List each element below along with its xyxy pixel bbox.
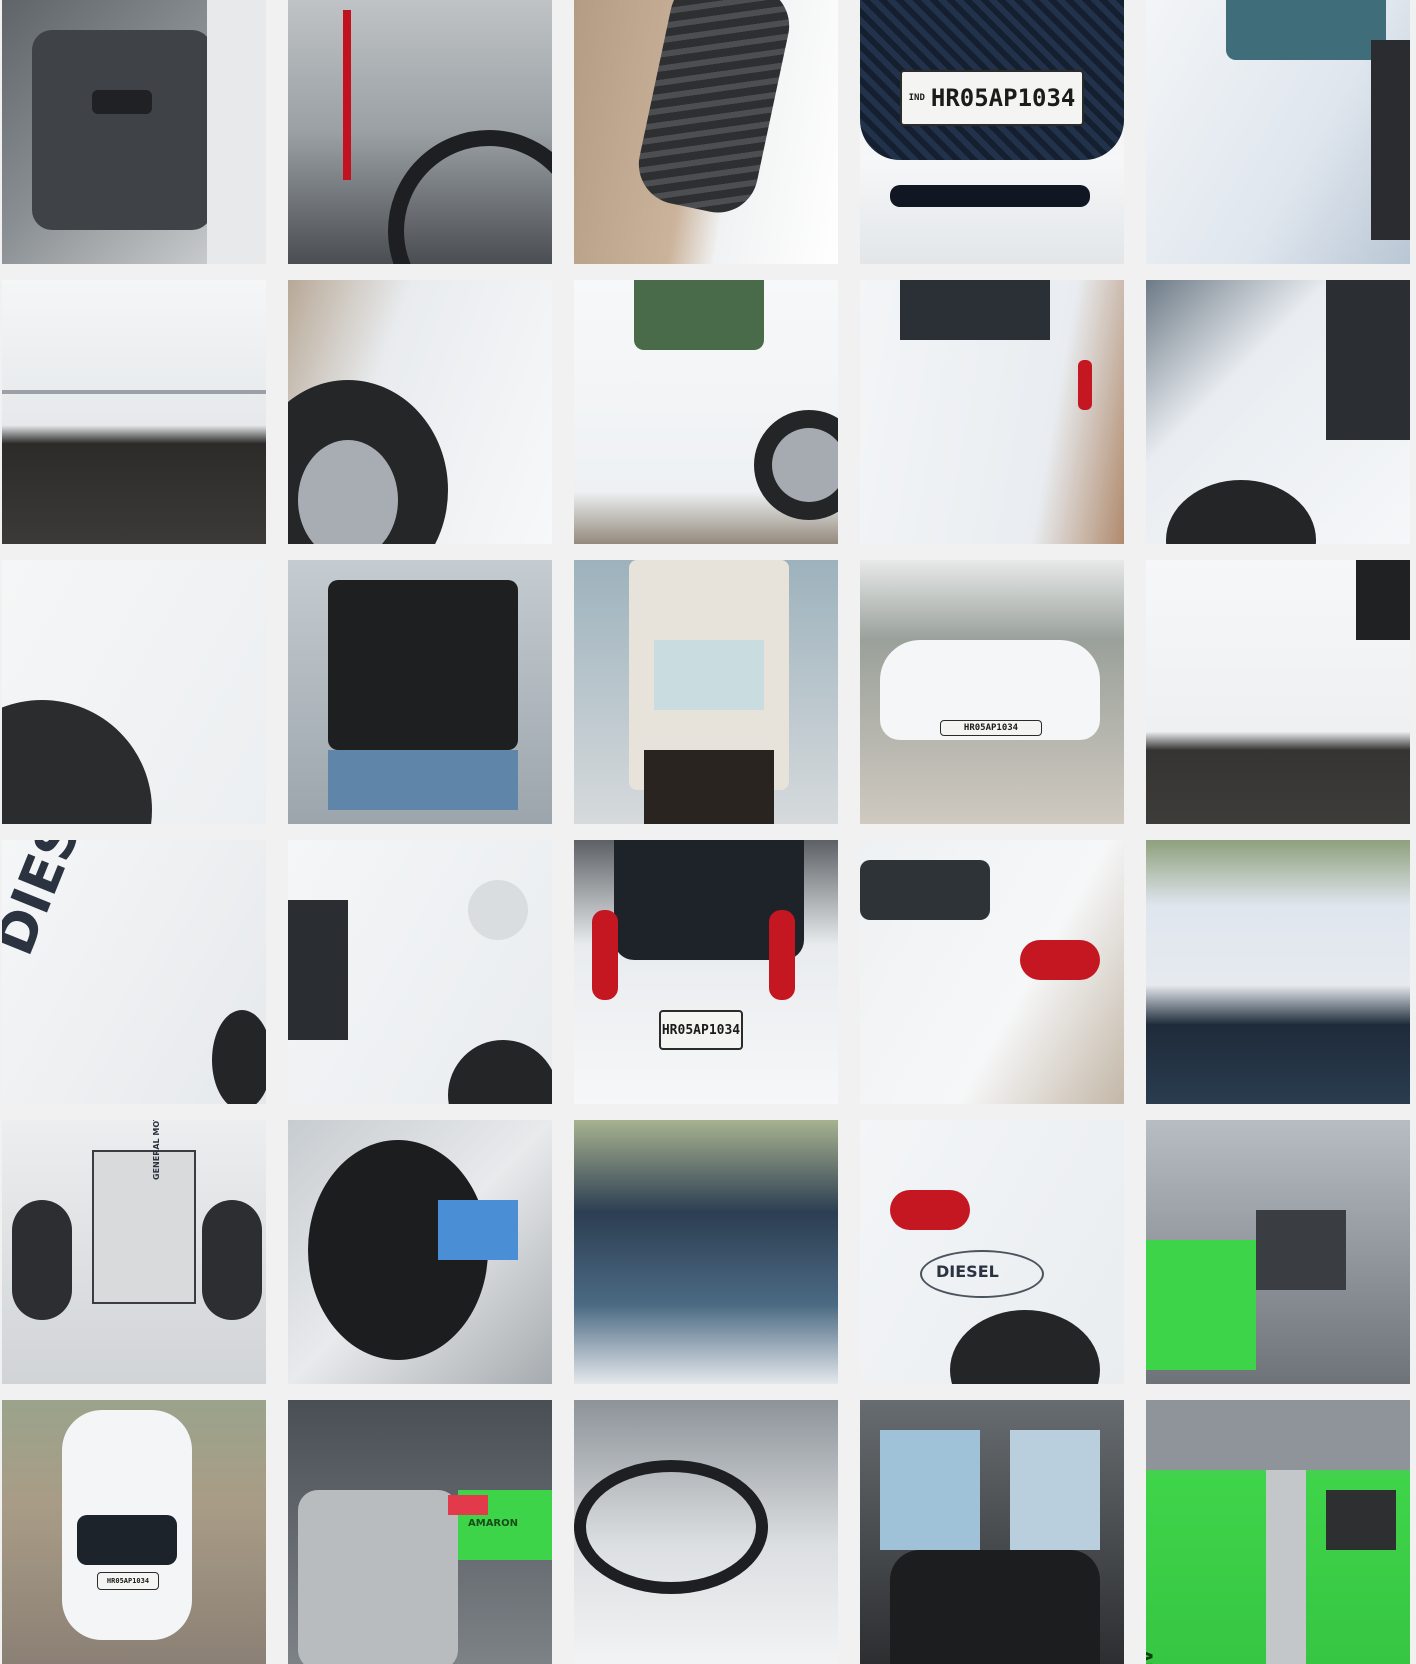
- plate-number: HR05AP1034: [106, 1577, 150, 1585]
- license-plate: HR05AP1034: [940, 720, 1042, 736]
- photo-front-view-street[interactable]: HR05AP1034: [860, 560, 1124, 824]
- license-plate: IND HR05AP1034: [900, 70, 1084, 126]
- photo-battery-closeup[interactable]: AMARON: [1146, 1400, 1410, 1664]
- plate-country: IND: [908, 93, 925, 103]
- photo-side-rear-door[interactable]: [574, 280, 838, 544]
- photo-door-lower-panel[interactable]: [1146, 560, 1410, 824]
- photo-front-wheel-arch[interactable]: [288, 280, 552, 544]
- photo-front-full-view[interactable]: HR05AP1034: [2, 1400, 266, 1664]
- photo-rear-seats[interactable]: [860, 1400, 1124, 1664]
- photo-diesel-decal[interactable]: DIESEL: [2, 840, 266, 1104]
- photo-dashboard-steering[interactable]: [288, 0, 552, 264]
- photo-engine-bay-intake[interactable]: AMARON: [288, 1400, 552, 1664]
- photo-driver-cockpit[interactable]: [574, 1400, 838, 1664]
- photo-rear-view-plate[interactable]: HR05AP1034: [574, 840, 838, 1104]
- photo-front-headlight-side[interactable]: [288, 840, 552, 1104]
- photo-front-grille-plate[interactable]: IND HR05AP1034: [860, 0, 1124, 264]
- photo-rear-fender-tyre[interactable]: [2, 560, 266, 824]
- photo-vin-plate[interactable]: GENERAL MOTORS INDIA PVT LTD: [2, 1120, 266, 1384]
- photo-side-rear-quarter[interactable]: [860, 280, 1124, 544]
- photo-rear-diesel-badge[interactable]: DIESEL: [860, 1120, 1124, 1384]
- license-plate: HR05AP1034: [659, 1010, 743, 1050]
- diesel-badge-text: DIESEL: [936, 1262, 999, 1281]
- photo-roof-windscreen[interactable]: [1146, 840, 1410, 1104]
- photo-rear-quarter-taillight[interactable]: [860, 840, 1124, 1104]
- photo-tailgate-open[interactable]: [574, 560, 838, 824]
- photo-rear-wheel-arch[interactable]: [1146, 280, 1410, 544]
- photo-engine-battery[interactable]: [1146, 1120, 1410, 1384]
- photo-interior-door[interactable]: [2, 0, 266, 264]
- plate-number: HR05AP1034: [963, 723, 1019, 733]
- photo-bonnet-open[interactable]: [288, 560, 552, 824]
- vin-plate-text: GENERAL MOTORS INDIA PVT LTD: [152, 1120, 161, 1180]
- battery-brand-text: AMARON: [468, 1518, 518, 1529]
- photo-rear-door-panel[interactable]: [1146, 0, 1410, 264]
- photo-instrument-cluster[interactable]: [288, 1120, 552, 1384]
- photo-gallery: IND HR05AP1034 HR05AP1034 DIESEL HR05AP1…: [2, 0, 1410, 1664]
- battery-brand-text: AMARON: [1146, 1650, 1156, 1664]
- plate-number: HR05AP1034: [661, 1022, 741, 1038]
- photo-windscreen-reflection[interactable]: [574, 1120, 838, 1384]
- license-plate: HR05AP1034: [97, 1572, 159, 1590]
- photo-tyre-closeup[interactable]: [574, 0, 838, 264]
- photo-lower-door-sill[interactable]: [2, 280, 266, 544]
- plate-number: HR05AP1034: [930, 84, 1076, 112]
